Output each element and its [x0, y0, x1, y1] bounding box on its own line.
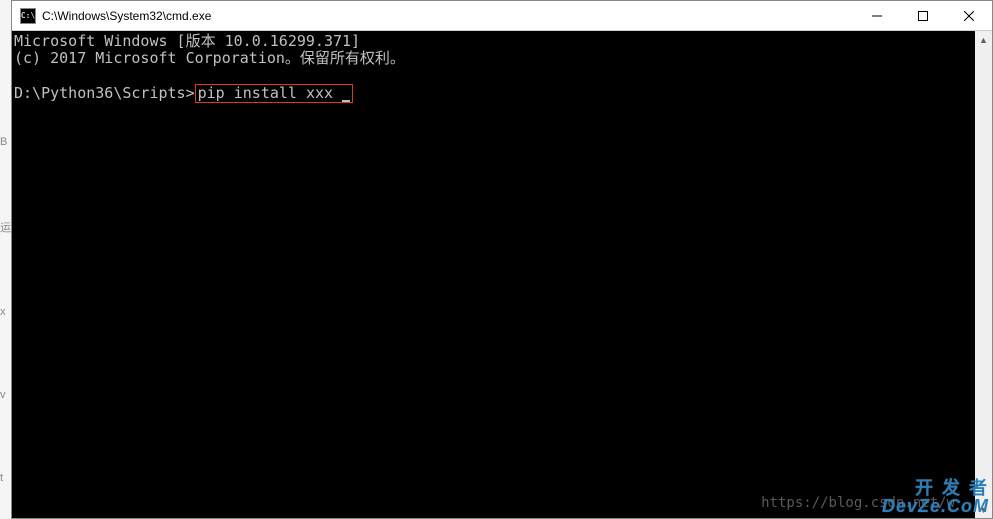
logo-en: DevZe.CoM [882, 497, 989, 515]
scroll-track[interactable] [975, 48, 992, 501]
developer-logo: 开 发 者 DevZe.CoM [882, 479, 989, 515]
terminal-prompt: D:\Python36\Scripts> [14, 84, 195, 102]
cursor [342, 100, 350, 102]
window-title: C:\Windows\System32\cmd.exe [42, 9, 854, 23]
terminal-output[interactable]: Microsoft Windows [版本 10.0.16299.371] (c… [12, 31, 975, 518]
window-controls [854, 1, 992, 30]
close-icon [964, 11, 974, 21]
terminal-line: (c) 2017 Microsoft Corporation。保留所有权利。 [14, 49, 405, 67]
maximize-button[interactable] [900, 1, 946, 30]
chevron-up-icon: ▲ [979, 35, 988, 45]
app-icon: C:\ [20, 8, 36, 24]
logo-cn: 开 发 者 [882, 479, 989, 497]
scrollbar[interactable]: ▲ ▼ [975, 31, 992, 518]
titlebar[interactable]: C:\ C:\Windows\System32\cmd.exe [12, 1, 992, 31]
close-button[interactable] [946, 1, 992, 30]
maximize-icon [918, 11, 928, 21]
background-stripe: B 运 x v t [0, 0, 11, 519]
terminal-line: Microsoft Windows [版本 10.0.16299.371] [14, 32, 360, 50]
command-highlight: pip install xxx [195, 84, 354, 103]
minimize-icon [872, 11, 882, 21]
minimize-button[interactable] [854, 1, 900, 30]
command-text: pip install xxx [198, 84, 333, 102]
scroll-up-button[interactable]: ▲ [975, 31, 992, 48]
terminal-wrap: Microsoft Windows [版本 10.0.16299.371] (c… [12, 31, 992, 518]
cmd-window: C:\ C:\Windows\System32\cmd.exe Microsof… [11, 0, 993, 519]
